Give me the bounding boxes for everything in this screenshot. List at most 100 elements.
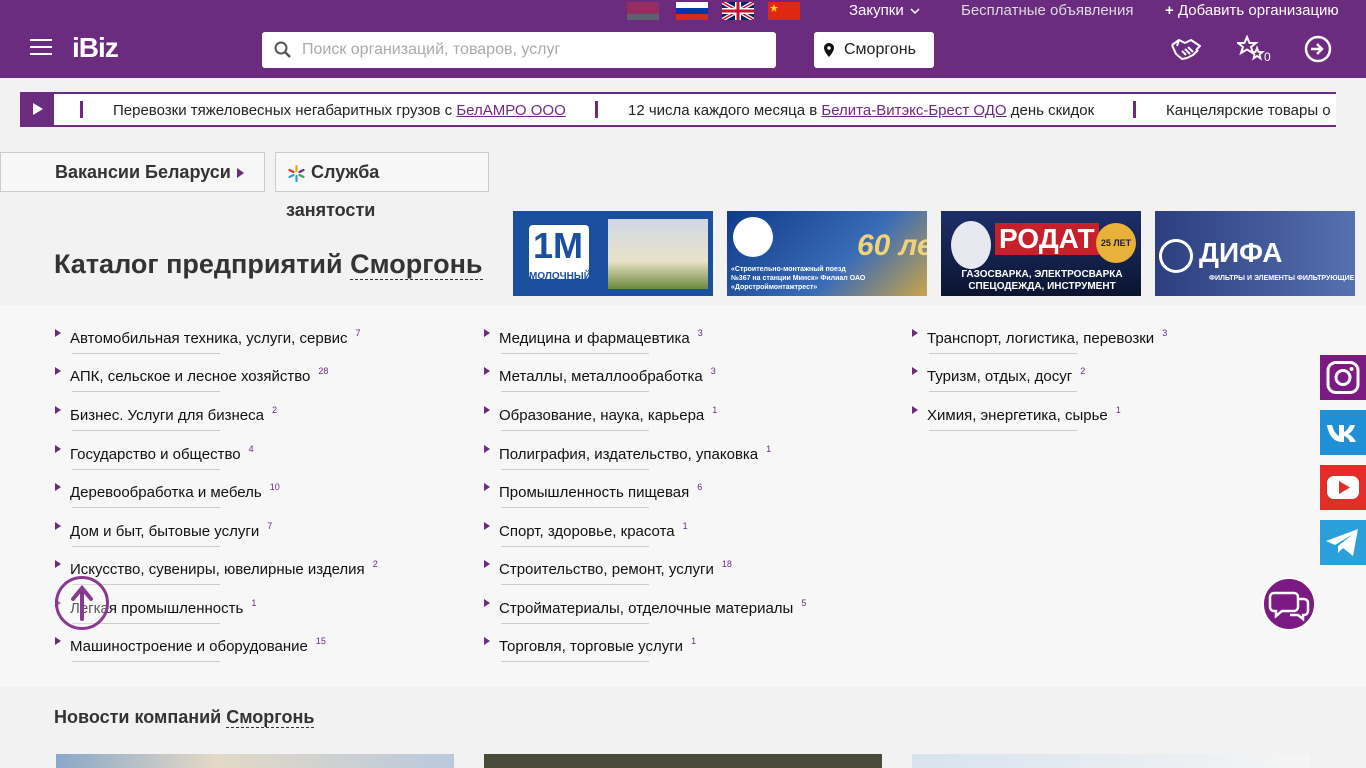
chat-button[interactable] <box>1262 577 1316 631</box>
category-count: 18 <box>721 559 732 569</box>
catalog-city-link[interactable]: Сморгонь <box>350 249 483 280</box>
difa-logo-icon <box>1159 239 1193 273</box>
news-section-title: Новости компаний Сморгонь <box>54 707 315 728</box>
handshake-icon[interactable] <box>1170 35 1202 65</box>
category-link[interactable]: Автомобильная техника, услуги, сервис 7 <box>55 324 361 348</box>
tab-service-label-2[interactable]: занятости <box>286 200 375 220</box>
news-ticker: Перевозки тяжеловесных негабаритных груз… <box>20 92 1336 127</box>
scroll-up-button[interactable] <box>55 576 109 630</box>
telegram-button[interactable] <box>1320 520 1366 565</box>
instagram-button[interactable] <box>1320 355 1366 400</box>
city-selector[interactable]: Сморгонь <box>814 32 934 68</box>
category-count: 15 <box>315 636 326 646</box>
ticker-text: день скидок <box>1006 102 1095 119</box>
header: iBiz Сморгонь 0 <box>0 22 1366 78</box>
anniversary-badge: 60 лет <box>857 229 927 262</box>
ticker-link[interactable]: БелАМРО ООО <box>456 102 565 119</box>
train-367-banner[interactable]: 60 лет «Строительно-монтажный поезд №367… <box>727 211 927 296</box>
category-count: 6 <box>697 482 703 492</box>
category-label: Строительство, ремонт, услуги <box>499 561 714 578</box>
by-flag-icon[interactable] <box>627 2 659 20</box>
category-link[interactable]: Образование, наука, карьера 1 <box>483 401 718 425</box>
category-label: Дом и быт, бытовые услуги <box>70 523 260 540</box>
add-org-link[interactable]: + Добавить организацию <box>1165 1 1339 21</box>
category-link[interactable]: Полиграфия, издательство, упаковка 1 <box>483 440 772 464</box>
category-label: Стройматериалы, отделочные материалы <box>499 600 794 617</box>
category-count: 1 <box>251 598 257 608</box>
category-link[interactable]: Промышленность пищевая 6 <box>483 478 703 502</box>
ru-flag-icon[interactable] <box>676 2 708 20</box>
ticker-link[interactable]: Белита-Витэкс-Брест ОДО <box>821 102 1006 119</box>
category-link[interactable]: Торговля, торговые услуги 1 <box>483 632 697 656</box>
category-label: Образование, наука, карьера <box>499 407 705 424</box>
category-link[interactable]: Машиностроение и оборудование 15 <box>55 632 326 656</box>
category-label: Автомобильная техника, услуги, сервис <box>70 330 348 347</box>
category-link[interactable]: Транспорт, логистика, перевозки 3 <box>911 324 1168 348</box>
category-divider <box>72 391 220 392</box>
news-card[interactable] <box>484 754 882 768</box>
news-title-text: Новости компаний <box>54 707 227 727</box>
youtube-button[interactable] <box>1320 465 1366 510</box>
purchases-menu[interactable]: Закупки <box>849 1 920 21</box>
category-link[interactable]: Бизнес. Услуги для бизнеса 2 <box>55 401 277 425</box>
1m-banner[interactable]: 1М МОЛОЧНЫЙ <box>513 211 713 296</box>
ticker-separator <box>595 101 598 118</box>
tab-vacancies[interactable]: Вакансии Беларуси <box>0 152 265 192</box>
category-divider <box>72 469 220 470</box>
category-link[interactable]: Стройматериалы, отделочные материалы 5 <box>483 594 806 618</box>
news-card[interactable] <box>912 754 1310 768</box>
rodat-banner[interactable]: РОДАТ 25 ЛЕТ ГАЗОСВАРКА, ЭЛЕКТРОСВАРКА С… <box>941 211 1141 296</box>
menu-icon[interactable] <box>30 39 52 56</box>
favorites-stars-icon[interactable] <box>1237 35 1267 65</box>
location-pin-icon <box>824 43 834 57</box>
difa-banner[interactable]: ДИФА ФИЛЬТРЫ И ЭЛЕМЕНТЫ ФИЛЬТРУЮЩИЕ <box>1155 211 1355 296</box>
category-count: 1 <box>1115 405 1121 415</box>
category-count: 1 <box>691 636 697 646</box>
chevron-down-icon <box>910 8 920 15</box>
search-box[interactable] <box>262 32 776 68</box>
news-city-link[interactable]: Сморгонь <box>226 707 315 728</box>
category-link[interactable]: Государство и общество 4 <box>55 440 254 464</box>
sparkle-icon <box>288 165 305 182</box>
category-divider <box>72 546 220 547</box>
category-link[interactable]: Строительство, ремонт, услуги 18 <box>484 555 732 579</box>
category-divider <box>501 353 649 354</box>
category-label: Машиностроение и оборудование <box>70 638 308 655</box>
category-link[interactable]: Химия, энергетика, сырье 1 <box>912 401 1121 425</box>
category-label: Деревообработка и мебель <box>70 484 262 501</box>
rodat-sub: ГАЗОСВАРКА, ЭЛЕКТРОСВАРКА СПЕЦОДЕЖДА, ИН… <box>961 269 1123 292</box>
category-link[interactable]: Медицина и фармацевтика 3 <box>484 324 703 348</box>
cn-flag-icon[interactable] <box>768 2 800 20</box>
play-icon[interactable] <box>20 94 54 125</box>
gb-flag-icon[interactable] <box>722 2 754 20</box>
category-link[interactable]: Металлы, металлообработка 3 <box>484 362 716 386</box>
plus-icon: + <box>1165 2 1174 19</box>
login-icon[interactable] <box>1304 35 1332 63</box>
category-link[interactable]: Дом и быт, бытовые услуги 7 <box>54 517 272 541</box>
difa-sub: ФИЛЬТРЫ И ЭЛЕМЕНТЫ ФИЛЬТРУЮЩИЕ <box>1209 275 1355 282</box>
tab-service-label[interactable]: Служба <box>311 162 379 182</box>
category-count: 1 <box>712 405 718 415</box>
logo[interactable]: iBiz <box>72 32 119 64</box>
category-link[interactable]: Туризм, отдых, досуг 2 <box>911 362 1085 386</box>
category-divider <box>501 469 649 470</box>
category-link[interactable]: АПК, сельское и лесное хозяйство 28 <box>54 362 329 386</box>
category-count: 3 <box>1162 328 1168 338</box>
category-label: Торговля, торговые услуги <box>499 638 684 655</box>
arrow-up-icon <box>71 584 93 621</box>
category-divider <box>72 507 220 508</box>
category-link[interactable]: Искусство, сувениры, ювелирные изделия 2 <box>55 555 378 579</box>
news-card[interactable] <box>56 754 454 768</box>
tab-employment-service[interactable] <box>275 152 489 192</box>
vk-button[interactable] <box>1320 410 1366 455</box>
search-input[interactable] <box>302 32 762 68</box>
category-count: 28 <box>318 366 329 376</box>
category-label: Полиграфия, издательство, упаковка <box>499 446 759 463</box>
category-link[interactable]: Спорт, здоровье, красота 1 <box>484 517 688 541</box>
free-ads-link[interactable]: Бесплатные объявления <box>961 1 1133 21</box>
category-count: 1 <box>766 444 772 454</box>
category-divider <box>501 430 649 431</box>
ticker-item: Канцелярские товары о <box>1133 101 1331 119</box>
telegram-icon <box>1326 529 1358 556</box>
category-link[interactable]: Деревообработка и мебель 10 <box>55 478 280 502</box>
